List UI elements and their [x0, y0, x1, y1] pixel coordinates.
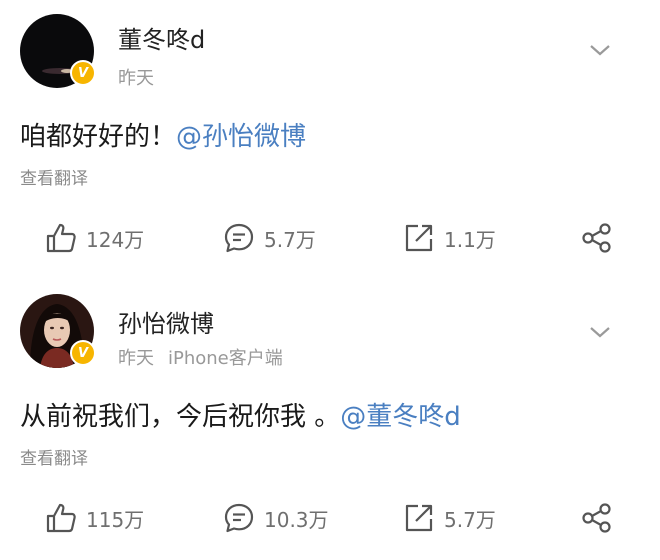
like-count: 124万	[86, 227, 145, 252]
repost-icon	[405, 224, 433, 252]
comment-icon	[224, 223, 254, 253]
share-button[interactable]	[580, 498, 614, 538]
comment-button[interactable]: 5.7万	[222, 218, 316, 258]
comment-button[interactable]: 10.3万	[222, 498, 329, 538]
translate-link[interactable]: 查看翻译	[20, 444, 88, 469]
avatar[interactable]: V	[20, 14, 96, 88]
comment-count: 10.3万	[264, 507, 329, 532]
chevron-down-icon[interactable]	[588, 38, 612, 62]
mention-link[interactable]: @孙怡微博	[176, 122, 306, 152]
like-count: 115万	[86, 507, 145, 532]
verified-badge-icon: V	[70, 60, 96, 86]
repost-count: 1.1万	[444, 227, 496, 252]
post-source: iPhone客户端	[168, 348, 283, 369]
share-icon	[582, 503, 611, 533]
post-meta: 昨天 iPhone客户端	[118, 344, 297, 370]
avatar[interactable]: V	[20, 294, 96, 368]
thumbs-up-icon	[46, 223, 76, 253]
post-body: 从前祝我们，今后祝你我 。	[20, 402, 341, 432]
post-card: V 董冬咚d 昨天 咱都好好的！@孙怡微博 查看翻译 124万 5.7万 1.1…	[0, 0, 660, 280]
like-button[interactable]: 124万	[44, 218, 144, 258]
username[interactable]: 董冬咚d	[118, 20, 205, 55]
post-card: V 孙怡微博 昨天 iPhone客户端 从前祝我们，今后祝你我 。@董冬咚d 查看…	[0, 280, 660, 560]
like-button[interactable]: 115万	[44, 498, 144, 538]
post-time: 昨天	[118, 68, 154, 89]
verified-badge-icon: V	[70, 340, 96, 366]
repost-icon	[405, 504, 433, 532]
translate-link[interactable]: 查看翻译	[20, 164, 88, 189]
share-icon	[582, 223, 611, 253]
chevron-down-icon[interactable]	[588, 320, 612, 344]
post-meta: 昨天	[118, 64, 168, 90]
comment-icon	[224, 503, 254, 533]
repost-button[interactable]: 5.7万	[402, 498, 496, 538]
mention-link[interactable]: @董冬咚d	[340, 402, 461, 432]
post-body: 咱都好好的！	[20, 122, 177, 152]
post-text: 从前祝我们，今后祝你我 。@董冬咚d	[20, 396, 461, 433]
post-text: 咱都好好的！@孙怡微博	[20, 116, 306, 153]
share-button[interactable]	[580, 218, 614, 258]
thumbs-up-icon	[46, 503, 76, 533]
repost-count: 5.7万	[444, 507, 496, 532]
repost-button[interactable]: 1.1万	[402, 218, 496, 258]
post-time: 昨天	[118, 348, 154, 369]
username[interactable]: 孙怡微博	[118, 304, 214, 339]
comment-count: 5.7万	[264, 227, 316, 252]
